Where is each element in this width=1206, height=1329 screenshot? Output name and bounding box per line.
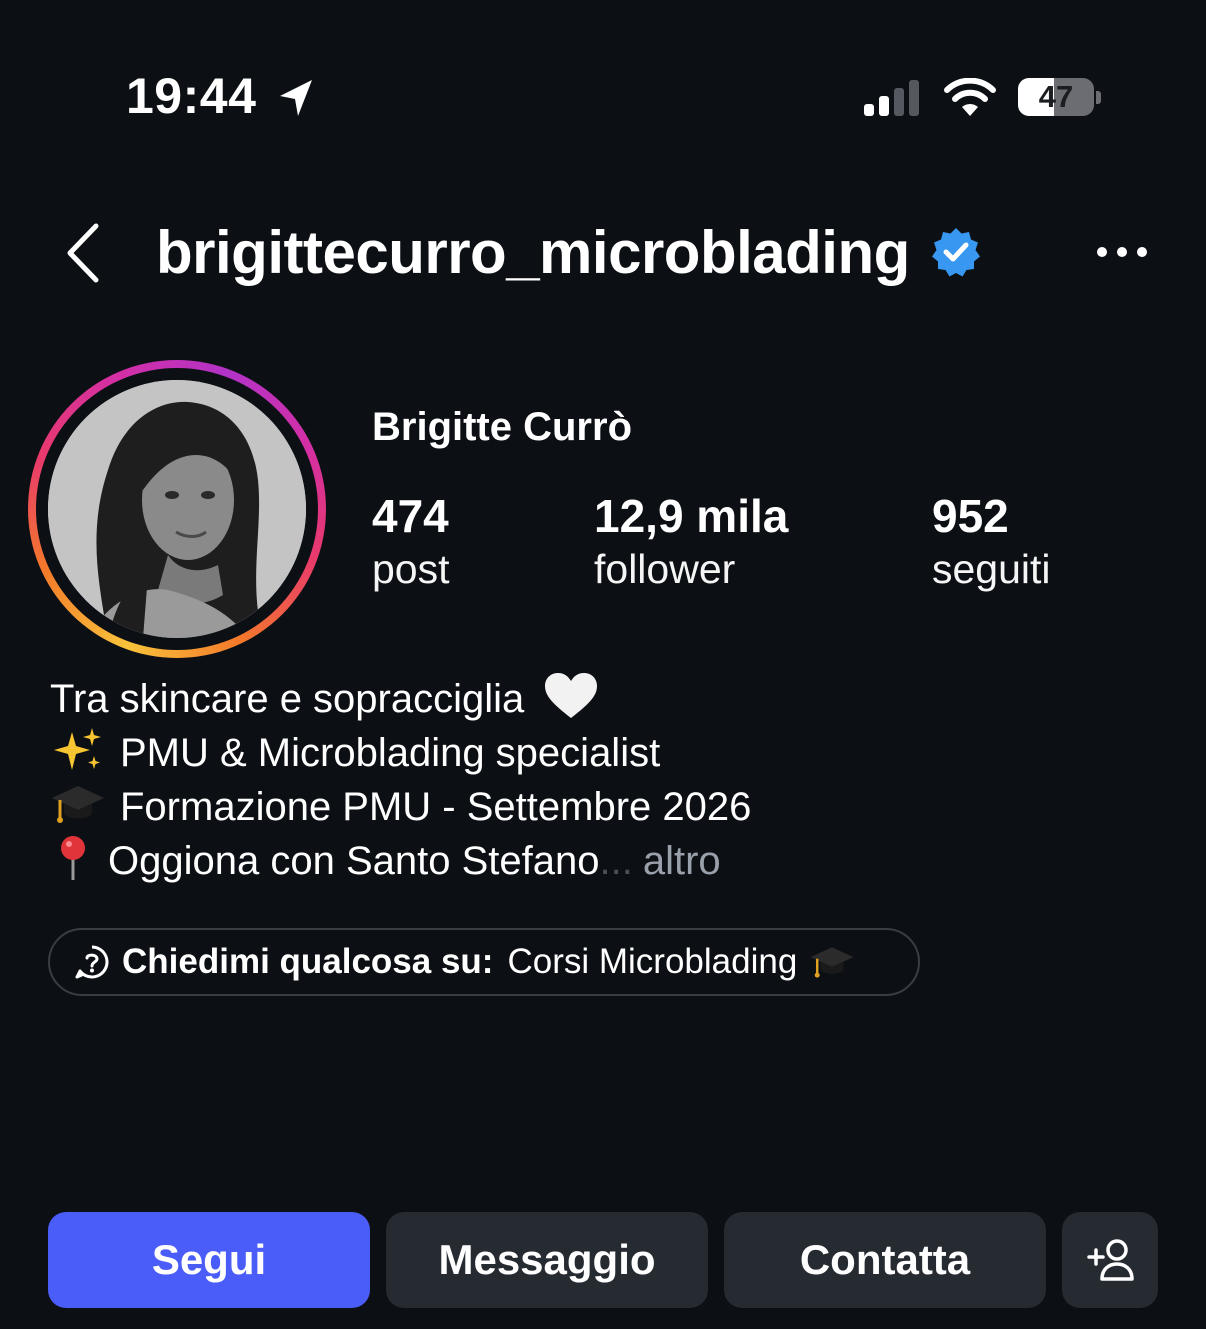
wifi-icon bbox=[944, 78, 996, 116]
bio-line-2-text: PMU & Microblading specialist bbox=[120, 731, 661, 775]
ask-me-topic: Corsi Microblading bbox=[507, 942, 798, 981]
stat-followers[interactable]: 12,9 mila follower bbox=[594, 488, 788, 594]
stat-followers-value: 12,9 mila bbox=[594, 490, 789, 542]
stat-following-value: 952 bbox=[932, 490, 1009, 542]
battery-tip bbox=[1096, 91, 1101, 104]
bio-line-4-text: Oggiona con Santo Stefano bbox=[108, 839, 600, 883]
message-button[interactable]: Messaggio bbox=[386, 1212, 708, 1308]
cellular-signal-icon bbox=[864, 80, 919, 116]
ask-me-label: Chiedimi qualcosa su: bbox=[122, 942, 494, 981]
bio-line-4: Oggiona con Santo Stefano... altro bbox=[50, 834, 751, 888]
white-heart-emoji bbox=[545, 673, 598, 718]
stat-posts-label: post bbox=[372, 546, 450, 592]
stat-posts-value: 474 bbox=[372, 490, 449, 542]
profile-display-name: Brigitte Currò bbox=[372, 405, 632, 449]
stat-following-label: seguiti bbox=[932, 546, 1051, 592]
graduation-cap-emoji bbox=[810, 947, 854, 978]
stat-following[interactable]: 952 seguiti bbox=[932, 488, 1051, 594]
question-bubble-icon bbox=[75, 945, 109, 979]
bio-line-3-text: Formazione PMU - Settembre 2026 bbox=[120, 785, 752, 829]
bio-line-1: Tra skincare e sopracciglia bbox=[50, 672, 751, 726]
location-arrow-icon bbox=[280, 80, 312, 116]
profile-bio: Tra skincare e sopracciglia PMU & Microb… bbox=[50, 672, 751, 888]
status-time: 19:44 bbox=[126, 68, 257, 124]
story-ring[interactable] bbox=[28, 360, 326, 658]
contact-button[interactable]: Contatta bbox=[724, 1212, 1046, 1308]
round-pushpin-emoji bbox=[61, 836, 85, 880]
add-person-icon bbox=[1087, 1239, 1134, 1281]
avatar-photo bbox=[48, 380, 306, 638]
suggested-users-button[interactable] bbox=[1062, 1212, 1158, 1308]
back-chevron-icon[interactable] bbox=[62, 222, 104, 284]
ask-me-pill[interactable]: Chiedimi qualcosa su: Corsi Microblading bbox=[48, 928, 920, 996]
bio-line-1-text: Tra skincare e sopracciglia bbox=[50, 677, 525, 721]
avatar[interactable] bbox=[48, 380, 306, 638]
bio-line-2: PMU & Microblading specialist bbox=[50, 726, 751, 780]
bio-more-link[interactable]: altro bbox=[643, 839, 721, 883]
profile-username: brigittecurro_microblading bbox=[156, 219, 910, 286]
stat-posts[interactable]: 474 post bbox=[372, 488, 450, 594]
bio-ellipsis: ... bbox=[599, 839, 633, 883]
follow-button[interactable]: Segui bbox=[48, 1212, 370, 1308]
graduation-cap-emoji bbox=[52, 786, 104, 823]
battery-percentage: 47 bbox=[1038, 79, 1074, 114]
sparkles-emoji bbox=[54, 728, 101, 770]
verified-badge-icon bbox=[932, 228, 980, 277]
battery-icon: 47 bbox=[1018, 78, 1094, 116]
more-options-icon[interactable] bbox=[1094, 240, 1150, 264]
stat-followers-label: follower bbox=[594, 546, 736, 592]
bio-line-3: Formazione PMU - Settembre 2026 bbox=[50, 780, 751, 834]
